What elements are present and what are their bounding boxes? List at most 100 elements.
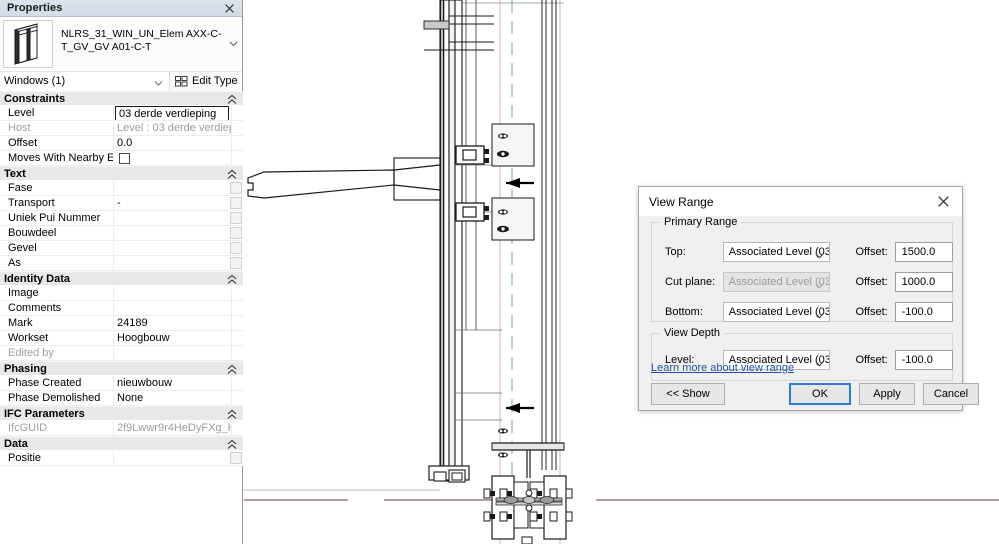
chevron-down-icon: [815, 310, 824, 321]
property-row[interactable]: Moves With Nearby Elem...: [0, 151, 243, 166]
property-value[interactable]: 0.0: [114, 136, 231, 150]
property-checkbox[interactable]: [119, 152, 130, 164]
property-group-header[interactable]: IFC Parameters: [0, 406, 243, 421]
property-row[interactable]: Gevel: [0, 241, 243, 256]
property-row[interactable]: Mark 24189: [0, 316, 243, 331]
view-range-titlebar: View Range: [639, 187, 962, 216]
property-row[interactable]: Workset Hoogbouw: [0, 331, 243, 346]
property-value[interactable]: [114, 181, 230, 195]
section-arrow-lower: [506, 403, 534, 413]
apply-button-label: Apply: [873, 388, 901, 400]
cut-plane-offset-input[interactable]: 1000.0: [894, 272, 953, 292]
learn-more-link[interactable]: Learn more about view range: [651, 362, 794, 374]
property-edit-button[interactable]: [230, 257, 242, 269]
property-row[interactable]: Phase Demolished None: [0, 391, 243, 406]
property-name: Uniek Pui Nummer: [0, 211, 114, 225]
property-row[interactable]: Level 03 derde verdieping: [0, 106, 243, 121]
cut-plane-level-select: Associated Level (03 derde: [722, 272, 831, 292]
ok-button[interactable]: OK: [789, 383, 851, 405]
edit-type-button[interactable]: Edit Type: [170, 71, 242, 91]
category-combobox[interactable]: Windows (1): [0, 71, 170, 91]
property-value-editor[interactable]: 03 derde verdieping: [115, 106, 229, 120]
property-name: Phase Created: [0, 376, 114, 390]
property-edit-button[interactable]: [230, 197, 242, 209]
show-button[interactable]: << Show: [651, 383, 725, 405]
property-edit-button[interactable]: [230, 182, 242, 194]
property-row[interactable]: Phase Created nieuwbouw: [0, 376, 243, 391]
chevron-down-icon: [815, 280, 824, 291]
properties-grid: Constraints Level 03 derde verdieping Host L…: [0, 91, 243, 466]
chevron-down-icon-glyph: [816, 253, 824, 259]
edit-type-icon-glyph: [175, 75, 188, 86]
property-button-cell: [231, 346, 243, 360]
apply-button[interactable]: Apply: [859, 383, 915, 405]
anchor-bracket-lower: [491, 197, 535, 241]
property-group-label: Phasing: [4, 362, 47, 375]
property-value[interactable]: [114, 451, 230, 465]
property-group-header[interactable]: Identity Data: [0, 271, 243, 286]
property-row[interactable]: HostLevel : 03 derde verdieping: [0, 121, 243, 136]
view-range-dialog[interactable]: View Range Primary Range Top: Associated…: [638, 186, 979, 411]
property-value[interactable]: Hoogbouw: [114, 331, 231, 345]
property-value[interactable]: 03 derde verdieping: [114, 106, 231, 120]
property-row[interactable]: Fase: [0, 181, 243, 196]
view-depth-offset-value: -100.0: [901, 354, 933, 366]
property-name: Level: [0, 106, 114, 120]
top-offset-value: 1500.0: [901, 246, 936, 258]
property-group-header[interactable]: Phasing: [0, 361, 243, 376]
property-row[interactable]: Bouwdeel: [0, 226, 243, 241]
property-value[interactable]: [114, 301, 231, 315]
bottom-level-select[interactable]: Associated Level (03 derde: [722, 302, 831, 322]
view-depth-offset-input[interactable]: -100.0: [894, 350, 953, 370]
top-offset-input[interactable]: 1500.0: [894, 242, 953, 262]
collapse-icon[interactable]: [227, 439, 237, 450]
cancel-button-label: Cancel: [933, 388, 969, 400]
collapse-icon[interactable]: [227, 169, 237, 180]
collapse-icon[interactable]: [227, 364, 237, 375]
property-value[interactable]: None: [114, 391, 231, 405]
property-group-header[interactable]: Text: [0, 166, 243, 181]
property-value[interactable]: [114, 241, 230, 255]
property-edit-button[interactable]: [230, 212, 242, 224]
property-value[interactable]: -: [114, 196, 230, 210]
collapse-icon[interactable]: [227, 94, 237, 105]
property-value[interactable]: [114, 151, 231, 165]
property-row[interactable]: IfcGUID2f9Lwwr9r4HeDyFXg_HzNY: [0, 421, 243, 436]
property-row[interactable]: Uniek Pui Nummer: [0, 211, 243, 226]
property-value[interactable]: 24189: [114, 316, 231, 330]
property-value[interactable]: nieuwbouw: [114, 376, 231, 390]
property-row[interactable]: Comments: [0, 301, 243, 316]
bottom-small-part: [521, 536, 533, 544]
property-value[interactable]: [114, 286, 231, 300]
property-edit-button[interactable]: [230, 227, 242, 239]
bottom-offset-input[interactable]: -100.0: [894, 302, 953, 322]
property-group-header[interactable]: Constraints: [0, 91, 243, 106]
chevron-down-icon-glyph: [816, 313, 824, 319]
cancel-button[interactable]: Cancel: [923, 383, 979, 405]
property-group-header[interactable]: Data: [0, 436, 243, 451]
property-value[interactable]: [114, 211, 230, 225]
property-value[interactable]: [114, 346, 231, 360]
property-value[interactable]: [114, 256, 230, 270]
chevron-down-icon: [154, 78, 163, 90]
property-value[interactable]: 2f9Lwwr9r4HeDyFXg_HzNY: [114, 421, 231, 435]
property-row[interactable]: Transport -: [0, 196, 243, 211]
property-value[interactable]: [114, 226, 230, 240]
property-edit-button[interactable]: [230, 242, 242, 254]
top-level-select[interactable]: Associated Level (03 derde: [722, 242, 831, 262]
property-edit-button[interactable]: [230, 452, 242, 464]
property-row[interactable]: Image: [0, 286, 243, 301]
close-icon[interactable]: [223, 1, 236, 15]
chevron-down-icon[interactable]: [229, 39, 238, 48]
edit-type-label: Edit Type: [192, 75, 238, 87]
close-icon[interactable]: [924, 187, 962, 215]
collapse-icon[interactable]: [227, 409, 237, 420]
collapse-icon[interactable]: [227, 274, 237, 285]
cut-plane-offset-label: Offset:: [855, 276, 888, 288]
property-row[interactable]: Offset 0.0: [0, 136, 243, 151]
property-value[interactable]: Level : 03 derde verdieping: [114, 121, 231, 135]
property-row[interactable]: As: [0, 256, 243, 271]
type-selector-block[interactable]: NLRS_31_WIN_UN_Elem AXX-C-T_GV_GV A01-C-…: [0, 17, 242, 72]
property-row[interactable]: Positie: [0, 451, 243, 466]
property-row[interactable]: Edited by: [0, 346, 243, 361]
